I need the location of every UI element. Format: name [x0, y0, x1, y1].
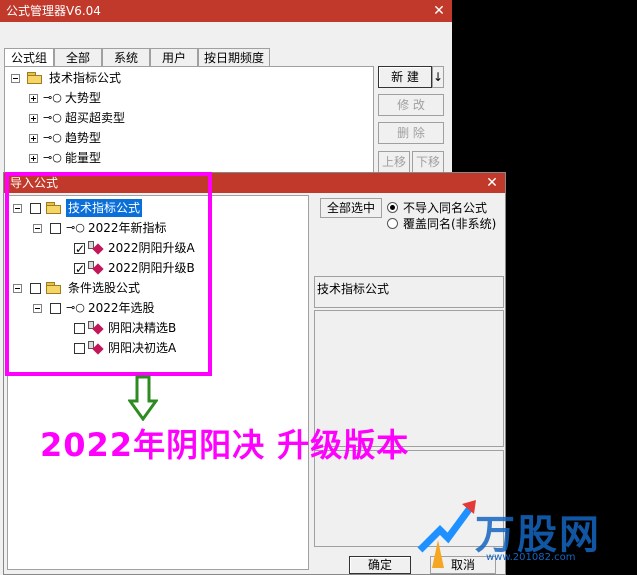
- tree-node-label: 超买超卖型: [65, 111, 126, 125]
- formula-tree-panel[interactable]: 技术指标公式 ⊸○ 大势型 ⊸○ 超买超卖型 ⊸○ 趋势型 ⊸○ 能量型: [4, 66, 374, 176]
- tab-formula-group[interactable]: 公式组: [4, 48, 54, 66]
- key-icon: ⊸○: [43, 151, 62, 164]
- new-dropdown-button[interactable]: ↓: [432, 66, 444, 88]
- move-down-button[interactable]: 下移: [412, 151, 444, 173]
- tab-user[interactable]: 用户: [150, 48, 198, 66]
- radio-no-import[interactable]: [387, 202, 398, 213]
- new-button[interactable]: 新 建: [378, 66, 432, 88]
- formula-type-label: 技术指标公式: [317, 282, 390, 296]
- formula-manager-titlebar: 公式管理器V6.04 ✕: [0, 0, 452, 22]
- radio-overwrite[interactable]: [387, 218, 398, 229]
- close-icon[interactable]: ✕: [432, 0, 446, 22]
- collapse-icon[interactable]: [11, 74, 20, 83]
- radio-no-import-label: 不导入同名公式: [403, 201, 488, 215]
- key-icon: ⊸○: [43, 131, 62, 144]
- tree-node-overbought[interactable]: ⊸○ 超买超卖型: [27, 109, 227, 127]
- modify-button[interactable]: 修 改: [378, 94, 444, 116]
- tree-node-label: 技术指标公式: [49, 71, 122, 85]
- tree-node-energy[interactable]: ⊸○ 能量型: [27, 149, 227, 167]
- watermark-url: www.201082.com: [486, 552, 576, 563]
- tree-node-label: 能量型: [65, 151, 102, 165]
- tab-by-date-frequency[interactable]: 按日期频度: [198, 48, 270, 66]
- tab-system[interactable]: 系统: [102, 48, 150, 66]
- key-icon: ⊸○: [43, 91, 62, 104]
- tree-node-tech-indicators[interactable]: 技术指标公式: [9, 69, 209, 87]
- expand-icon[interactable]: [29, 134, 38, 143]
- select-all-button[interactable]: 全部选中: [320, 198, 382, 218]
- ok-button[interactable]: 确定: [349, 556, 411, 574]
- tree-node-trend[interactable]: ⊸○ 趋势型: [27, 129, 227, 147]
- expand-icon[interactable]: [29, 114, 38, 123]
- delete-button[interactable]: 删 除: [378, 122, 444, 144]
- tree-node-market[interactable]: ⊸○ 大势型: [27, 89, 227, 107]
- highlight-frame: [5, 172, 212, 376]
- tree-node-label: 趋势型: [65, 131, 102, 145]
- down-arrow-icon: [128, 375, 158, 421]
- folder-icon: [27, 72, 43, 84]
- key-icon: ⊸○: [43, 111, 62, 124]
- tab-all[interactable]: 全部: [54, 48, 102, 66]
- tree-node-label: 大势型: [65, 91, 102, 105]
- new-button-label: 新 建: [391, 70, 419, 84]
- radio-overwrite-label: 覆盖同名(非系统): [403, 217, 497, 231]
- expand-icon[interactable]: [29, 154, 38, 163]
- formula-type-panel: 技术指标公式: [314, 276, 504, 308]
- close-icon[interactable]: ✕: [485, 173, 499, 193]
- logo-arrow-icon: [417, 500, 476, 568]
- upgrade-banner: 2022年阴阳决 升级版本: [40, 426, 410, 464]
- formula-manager-title: 公式管理器V6.04: [6, 4, 101, 18]
- expand-icon[interactable]: [29, 94, 38, 103]
- move-up-button[interactable]: 上移: [378, 151, 410, 173]
